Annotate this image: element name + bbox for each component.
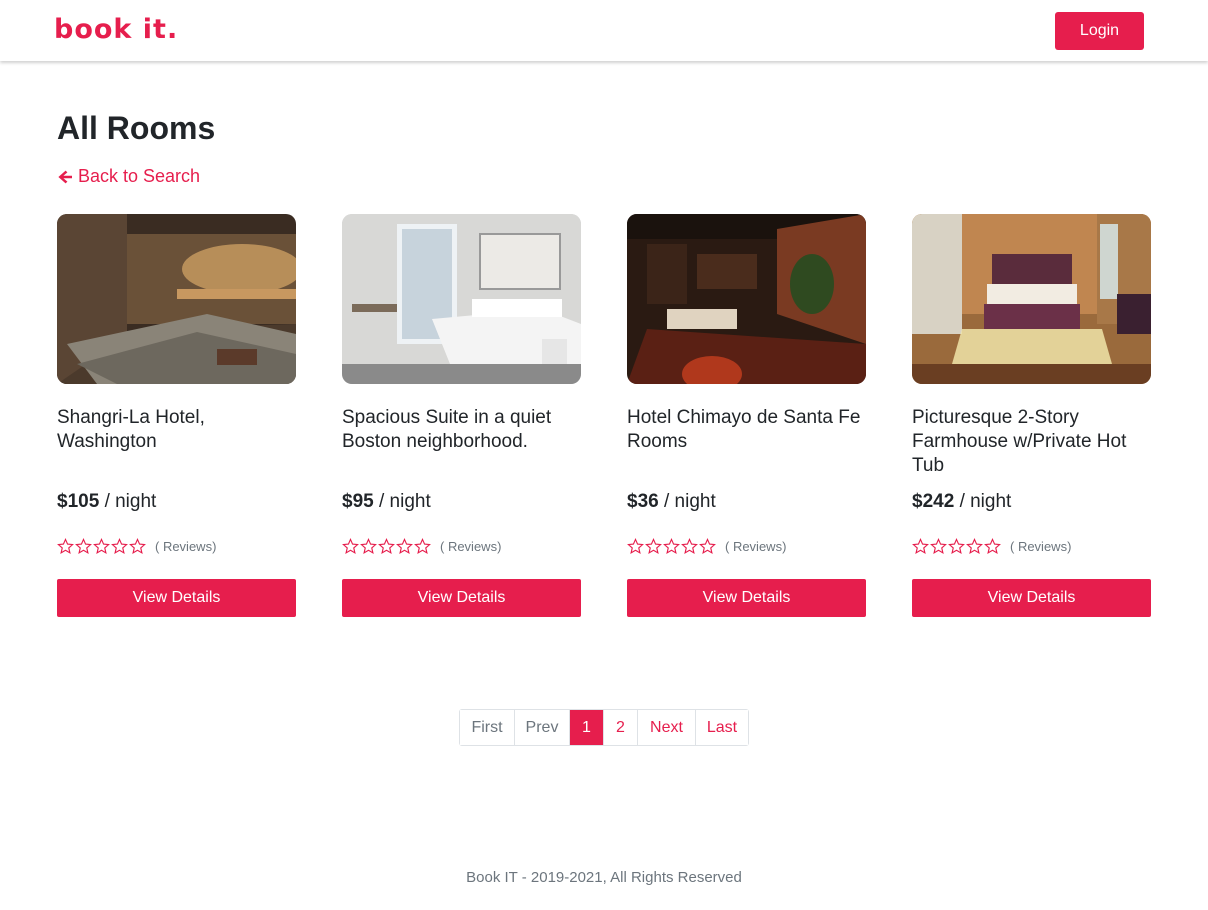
pagination-prev[interactable]: Prev <box>515 710 570 745</box>
star-outline-icon <box>414 538 431 555</box>
room-image-spa[interactable] <box>57 214 296 384</box>
star-outline-icon <box>111 538 128 555</box>
room-price: $242 / night <box>912 491 1012 512</box>
review-count: ( Reviews) <box>440 539 502 554</box>
view-details-button[interactable]: View Details <box>627 579 866 617</box>
star-outline-icon <box>984 538 1001 555</box>
navbar: book it. Login <box>0 0 1208 61</box>
view-details-button[interactable]: View Details <box>912 579 1151 617</box>
view-details-button[interactable]: View Details <box>342 579 581 617</box>
star-outline-icon <box>378 538 395 555</box>
star-rating <box>627 538 716 555</box>
star-outline-icon <box>681 538 698 555</box>
star-outline-icon <box>57 538 74 555</box>
room-name[interactable]: Picturesque 2-Story Farmhouse w/Private … <box>912 406 1151 478</box>
star-outline-icon <box>342 538 359 555</box>
review-count: ( Reviews) <box>155 539 217 554</box>
review-count: ( Reviews) <box>725 539 787 554</box>
star-outline-icon <box>948 538 965 555</box>
review-count: ( Reviews) <box>1010 539 1072 554</box>
view-details-button[interactable]: View Details <box>57 579 296 617</box>
room-card: Hotel Chimayo de Santa Fe Rooms $36 / ni… <box>627 214 866 617</box>
room-price: $105 / night <box>57 491 157 512</box>
room-image-purple-bed[interactable] <box>912 214 1151 384</box>
room-price: $95 / night <box>342 491 431 512</box>
login-button[interactable]: Login <box>1055 12 1144 50</box>
room-price: $36 / night <box>627 491 716 512</box>
star-outline-icon <box>93 538 110 555</box>
rating-row: ( Reviews) <box>627 538 786 555</box>
room-name[interactable]: Shangri-La Hotel, Washington <box>57 406 296 454</box>
star-outline-icon <box>699 538 716 555</box>
star-outline-icon <box>129 538 146 555</box>
back-to-search-label: Back to Search <box>78 166 201 186</box>
rating-row: ( Reviews) <box>57 538 216 555</box>
footer-text: Book IT - 2019-2021, All Rights Reserved <box>466 869 742 886</box>
pagination-first[interactable]: First <box>460 710 515 745</box>
brand-logo[interactable]: book it. <box>54 14 178 45</box>
star-outline-icon <box>75 538 92 555</box>
pagination: First Prev 1 2 Next Last <box>459 709 749 746</box>
room-name[interactable]: Hotel Chimayo de Santa Fe Rooms <box>627 406 866 454</box>
pagination-page-2[interactable]: 2 <box>604 710 638 745</box>
pagination-last[interactable]: Last <box>696 710 748 745</box>
star-outline-icon <box>645 538 662 555</box>
room-image-suite[interactable] <box>342 214 581 384</box>
back-to-search-link[interactable]: Back to Search <box>57 166 200 187</box>
star-outline-icon <box>966 538 983 555</box>
room-card: Picturesque 2-Story Farmhouse w/Private … <box>912 214 1151 617</box>
rating-row: ( Reviews) <box>912 538 1071 555</box>
arrow-left-icon <box>58 170 72 183</box>
star-rating <box>57 538 146 555</box>
pagination-next[interactable]: Next <box>638 710 696 745</box>
room-name[interactable]: Spacious Suite in a quiet Boston neighbo… <box>342 406 581 454</box>
room-card: Spacious Suite in a quiet Boston neighbo… <box>342 214 581 617</box>
star-outline-icon <box>912 538 929 555</box>
room-card: Shangri-La Hotel, Washington $105 / nigh… <box>57 214 296 617</box>
rating-row: ( Reviews) <box>342 538 501 555</box>
star-outline-icon <box>663 538 680 555</box>
room-image-brick[interactable] <box>627 214 866 384</box>
star-outline-icon <box>627 538 644 555</box>
star-outline-icon <box>930 538 947 555</box>
star-outline-icon <box>396 538 413 555</box>
page-title: All Rooms <box>57 110 216 146</box>
star-rating <box>342 538 431 555</box>
star-rating <box>912 538 1001 555</box>
pagination-page-1[interactable]: 1 <box>570 710 604 745</box>
star-outline-icon <box>360 538 377 555</box>
